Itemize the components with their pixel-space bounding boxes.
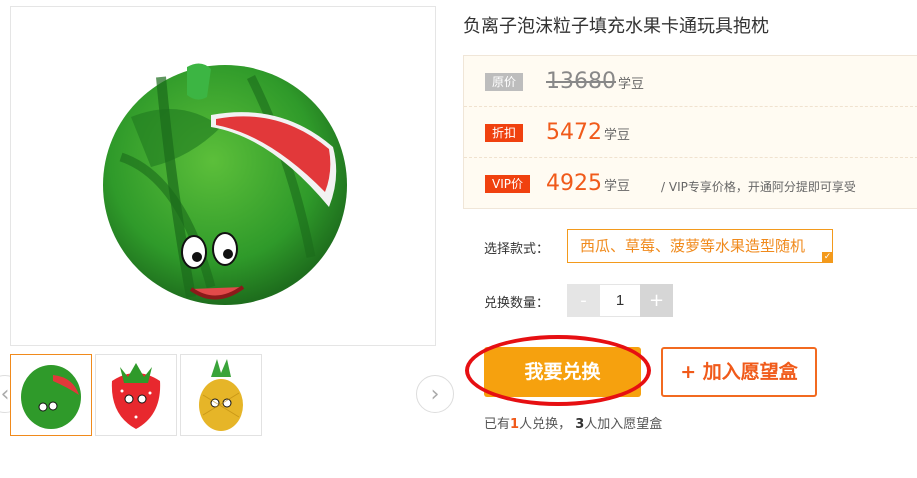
wish-count: 3 xyxy=(575,417,585,432)
increase-button[interactable]: + xyxy=(640,284,673,317)
decrease-button[interactable]: - xyxy=(567,284,600,317)
discount-price-value: 5472 学豆 xyxy=(546,121,630,148)
original-price-number: 13680 xyxy=(546,69,616,94)
exchange-button[interactable]: 我要兑换 xyxy=(484,347,641,397)
discount-price-row: 折扣 5472 学豆 xyxy=(464,107,917,158)
vip-price-unit: 学豆 xyxy=(604,179,631,194)
quantity-stepper: - + xyxy=(567,284,673,317)
checkmark-icon: ✓ xyxy=(822,252,833,263)
strawberry-thumbnail-image xyxy=(111,363,161,429)
add-to-wishlist-button[interactable]: + 加入愿望盒 xyxy=(661,347,817,397)
quantity-input[interactable] xyxy=(600,284,640,317)
discount-price-unit: 学豆 xyxy=(604,128,631,143)
discount-price-number: 5472 xyxy=(546,120,602,145)
exchange-stats: 已有1人兑换， 3人加入愿望盒 xyxy=(484,413,662,432)
chevron-right-icon[interactable]: › xyxy=(416,375,454,413)
watermelon-pillow-image xyxy=(103,63,347,305)
wish-text: 人加入愿望盒 xyxy=(584,417,663,432)
style-label: 选择款式： xyxy=(484,242,550,257)
original-price-row: 原价 13680 学豆 xyxy=(464,56,917,107)
original-price-tag: 原价 xyxy=(485,73,524,91)
vip-price-tag: VIP价 xyxy=(485,175,530,193)
vip-price-row: VIP价 4925 学豆 / VIP专享价格，开通阿分提即可享受 xyxy=(464,158,917,209)
original-price-value: 13680 学豆 xyxy=(546,70,644,97)
discount-price-tag: 折扣 xyxy=(485,124,524,142)
watermelon-thumbnail-image xyxy=(21,365,81,429)
vip-price-number: 4925 xyxy=(546,171,602,196)
thumbnail-pineapple[interactable] xyxy=(180,354,262,436)
quantity-label: 兑换数量： xyxy=(484,296,550,311)
main-product-image xyxy=(10,6,436,346)
style-option-selected[interactable]: 西瓜、草莓、菠萝等水果造型随机 ✓ xyxy=(567,229,833,263)
stats-prefix: 已有 xyxy=(484,417,511,432)
price-panel: 原价 13680 学豆 折扣 5472 学豆 VIP价 4925 学豆 / VIP专享… xyxy=(463,55,917,209)
vip-price-note[interactable]: / VIP专享价格，开通阿分提即可享受 xyxy=(661,178,856,195)
pineapple-thumbnail-image xyxy=(199,359,243,431)
thumbnail-watermelon[interactable] xyxy=(10,354,92,436)
original-price-unit: 学豆 xyxy=(618,77,645,92)
exchanged-count: 1 xyxy=(510,417,520,432)
product-title: 负离子泡沫粒子填充水果卡通玩具抱枕 xyxy=(463,16,769,37)
style-option-text: 西瓜、草莓、菠萝等水果造型随机 xyxy=(580,237,806,255)
vip-price-value: 4925 学豆 xyxy=(546,172,630,199)
thumbnail-gallery: ‹ › xyxy=(0,354,456,438)
thumbnail-strawberry[interactable] xyxy=(95,354,177,436)
exchanged-text: 人兑换， xyxy=(519,417,572,432)
